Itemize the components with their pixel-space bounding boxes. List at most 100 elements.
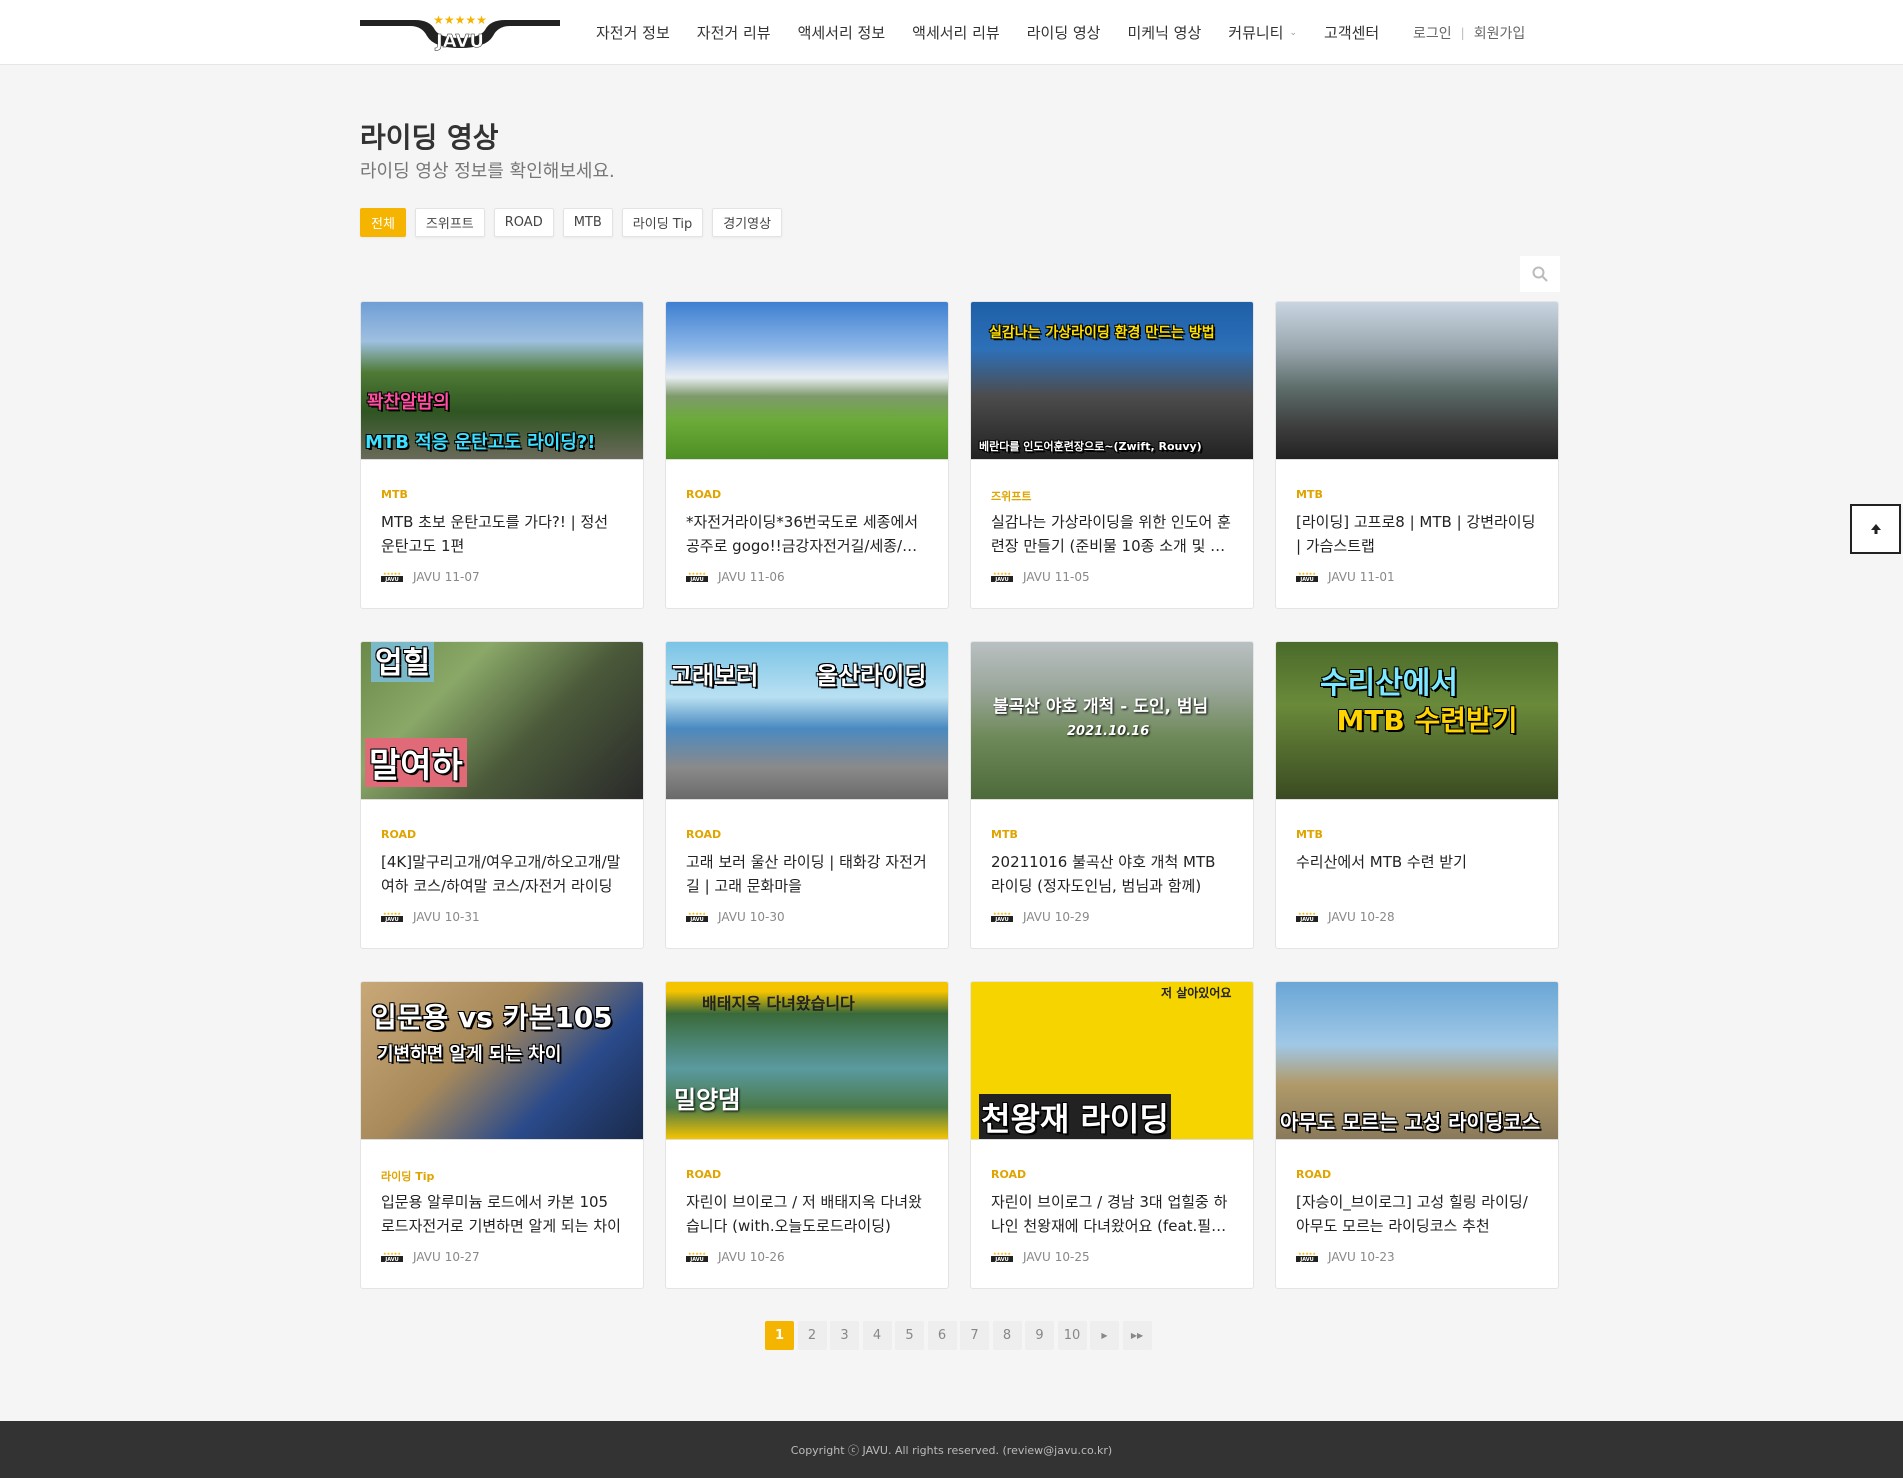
page-3-button[interactable]: 3: [830, 1321, 859, 1350]
thumbnail-caption: 울산라이딩: [816, 662, 927, 690]
card-title[interactable]: 20211016 불곡산 야호 개척 MTB 라이딩 (정자도인님, 범님과 함…: [991, 850, 1233, 898]
card-body: 라이딩 Tip 입문용 알루미늄 로드에서 카본 105 로드자전거로 기변하면…: [361, 1140, 643, 1264]
card-title[interactable]: MTB 초보 운탄고도를 가다?! | 정선 운탄고도 1편: [381, 510, 623, 558]
nav-accessory-info[interactable]: 액세서리 정보: [798, 22, 886, 43]
video-card[interactable]: 고래보러 울산라이딩 ROAD 고래 보러 울산 라이딩 | 태화강 자전거길 …: [665, 641, 949, 949]
filter-mtb[interactable]: MTB: [562, 208, 613, 237]
filter-all[interactable]: 전체: [360, 208, 406, 237]
filter-riding-tip[interactable]: 라이딩 Tip: [621, 208, 704, 237]
category-filters: 전체 즈위프트 ROAD MTB 라이딩 Tip 경기영상: [360, 208, 791, 237]
page-8-button[interactable]: 8: [992, 1321, 1022, 1350]
card-date: 10-23: [1359, 1250, 1395, 1264]
page-title: 라이딩 영상: [360, 121, 499, 154]
card-category: ROAD: [686, 488, 722, 501]
card-title[interactable]: 자린이 브이로그 / 저 배태지옥 다녀왔습니다 (with.오늘도로드라이딩): [686, 1190, 928, 1238]
signup-link[interactable]: 회원가입: [1474, 23, 1526, 43]
video-thumbnail: 실감나는 가상라이딩 환경 만드는 방법 베란다를 인도어훈련장으로~(Zwif…: [971, 302, 1253, 460]
card-meta: ★★★★★ JAVU JAVU 10-25: [991, 1250, 1233, 1264]
page-7-button[interactable]: 7: [960, 1321, 989, 1350]
card-title[interactable]: 실감나는 가상라이딩을 위한 인도어 훈련장 만들기 (준비물 10종 소개 및…: [991, 510, 1233, 558]
author-logo-icon: ★★★★★JAVU: [381, 1251, 403, 1263]
page-5-button[interactable]: 5: [895, 1321, 924, 1350]
svg-text:★★★★★: ★★★★★: [993, 1251, 1011, 1256]
nav-bike-info[interactable]: 자전거 정보: [596, 22, 670, 43]
search-button[interactable]: [1520, 256, 1560, 292]
video-card[interactable]: 업힐 말여하 ROAD [4K]말구리고개/여우고개/하오고개/말여하 코스/하…: [360, 641, 644, 949]
nav-bike-review[interactable]: 자전거 리뷰: [697, 22, 771, 43]
video-card[interactable]: 불곡산 야호 개척 - 도인, 범님 2021.10.16 MTB 202110…: [970, 641, 1254, 949]
page-2-button[interactable]: 2: [797, 1321, 827, 1350]
video-grid: 꽉찬알밤의 MTB 적응 운탄고도 라이딩?! MTB MTB 초보 운탄고도를…: [360, 301, 1560, 1289]
nav-accessory-review[interactable]: 액세서리 리뷰: [912, 22, 1000, 43]
svg-text:★★★★★: ★★★★★: [993, 911, 1011, 916]
card-author: JAVU: [718, 910, 746, 924]
card-title[interactable]: [4K]말구리고개/여우고개/하오고개/말여하 코스/하여말 코스/자전거 라이…: [381, 850, 623, 898]
video-card[interactable]: 실감나는 가상라이딩 환경 만드는 방법 베란다를 인도어훈련장으로~(Zwif…: [970, 301, 1254, 609]
filter-race-video[interactable]: 경기영상: [712, 208, 783, 237]
video-card[interactable]: 배태지옥 다녀왔습니다 밀양댐 ROAD 자린이 브이로그 / 저 배태지옥 다…: [665, 981, 949, 1289]
svg-text:★★★★★: ★★★★★: [688, 571, 706, 576]
video-card[interactable]: 아무도 모르는 고성 라이딩코스 ROAD [자승이_브이로그] 고성 힐링 라…: [1275, 981, 1559, 1289]
thumbnail-caption: 꽉찬알밤의: [367, 392, 450, 413]
video-thumbnail: [666, 302, 948, 460]
page-4-button[interactable]: 4: [862, 1321, 892, 1350]
card-title[interactable]: [라이딩] 고프로8 | MTB | 강변라이딩 | 가슴스트랩: [1296, 510, 1538, 558]
card-body: MTB [라이딩] 고프로8 | MTB | 강변라이딩 | 가슴스트랩 ★★★…: [1276, 460, 1558, 584]
nav-mechanic-video[interactable]: 미케닉 영상: [1128, 22, 1202, 43]
video-thumbnail: 고래보러 울산라이딩: [666, 642, 948, 800]
thumbnail-caption: 기변하면 알게 되는 차이: [377, 1044, 562, 1065]
card-title[interactable]: *자전거라이딩*36번국도로 세종에서 공주로 gogo!!금강자전거길/세종/…: [686, 510, 928, 558]
arrow-up-icon: [1870, 524, 1881, 534]
video-card[interactable]: 수리산에서 MTB 수련받기 MTB 수리산에서 MTB 수련 받기 ★★★★★…: [1275, 641, 1559, 949]
card-author: JAVU: [413, 570, 441, 584]
author-logo-icon: ★★★★★JAVU: [991, 1251, 1013, 1263]
filter-road[interactable]: ROAD: [493, 208, 554, 237]
svg-text:★★★★★: ★★★★★: [433, 14, 487, 27]
page-9-button[interactable]: 9: [1025, 1321, 1054, 1350]
filter-zwift[interactable]: 즈위프트: [414, 208, 485, 237]
nav-label: 자전거 정보: [596, 24, 670, 42]
card-title[interactable]: 자린이 브이로그 / 경남 3대 업힐중 하나인 천왕재에 다녀왔어요 (fea…: [991, 1190, 1233, 1238]
card-meta: ★★★★★ JAVU JAVU 10-28: [1296, 910, 1538, 924]
svg-text:★★★★★: ★★★★★: [1298, 571, 1316, 576]
card-title[interactable]: [자승이_브이로그] 고성 힐링 라이딩/아무도 모르는 라이딩코스 추천: [1296, 1190, 1538, 1238]
nav-label: 고객센터: [1324, 24, 1380, 42]
last-page-button[interactable]: ▶▶: [1122, 1321, 1152, 1350]
thumbnail-caption: MTB 적응 운탄고도 라이딩?!: [365, 432, 596, 453]
video-card[interactable]: 저 살아있어요 천왕재 라이딩 ROAD 자린이 브이로그 / 경남 3대 업힐…: [970, 981, 1254, 1289]
video-card[interactable]: 입문용 vs 카본105 기변하면 알게 되는 차이 라이딩 Tip 입문용 알…: [360, 981, 644, 1289]
svg-text:JAVU: JAVU: [1299, 917, 1313, 923]
login-link[interactable]: 로그인: [1413, 23, 1452, 43]
next-page-button[interactable]: ▶: [1090, 1321, 1119, 1350]
svg-text:JAVU: JAVU: [1299, 1257, 1313, 1263]
card-title[interactable]: 입문용 알루미늄 로드에서 카본 105 로드자전거로 기변하면 알게 되는 차…: [381, 1190, 623, 1238]
page-6-button[interactable]: 6: [927, 1321, 957, 1350]
card-title[interactable]: 수리산에서 MTB 수련 받기: [1296, 850, 1538, 898]
page-1-button[interactable]: 1: [765, 1321, 794, 1350]
copyright-text: Copyright ⓒ JAVU. All rights reserved. (…: [790, 1443, 1113, 1457]
thumbnail-caption: 고래보러: [670, 662, 759, 690]
card-category: MTB: [1296, 488, 1323, 501]
nav-community[interactable]: 커뮤니티 ⌄: [1228, 22, 1297, 43]
card-date: 10-30: [749, 910, 785, 924]
svg-text:★★★★★: ★★★★★: [383, 571, 401, 576]
card-date: 10-25: [1054, 1250, 1090, 1264]
svg-text:JAVU: JAVU: [689, 1257, 703, 1263]
scroll-to-top-button[interactable]: [1850, 504, 1901, 554]
thumbnail-caption: 아무도 모르는 고성 라이딩코스: [1280, 1110, 1541, 1134]
nav-riding-video[interactable]: 라이딩 영상: [1027, 22, 1101, 43]
video-card[interactable]: MTB [라이딩] 고프로8 | MTB | 강변라이딩 | 가슴스트랩 ★★★…: [1275, 301, 1559, 609]
site-logo[interactable]: ★★★★★ JAVU: [360, 13, 560, 52]
video-thumbnail: 저 살아있어요 천왕재 라이딩: [971, 982, 1253, 1140]
author-logo-icon: ★★★★★JAVU: [1296, 911, 1318, 923]
nav-customer-center[interactable]: 고객센터: [1324, 22, 1379, 43]
card-title[interactable]: 고래 보러 울산 라이딩 | 태화강 자전거길 | 고래 문화마을: [686, 850, 928, 898]
card-date: 10-26: [749, 1250, 785, 1264]
thumbnail-caption: 수리산에서: [1320, 666, 1458, 701]
svg-text:JAVU: JAVU: [384, 577, 398, 583]
page-10-button[interactable]: 10: [1057, 1321, 1087, 1350]
video-card[interactable]: ROAD *자전거라이딩*36번국도로 세종에서 공주로 gogo!!금강자전거…: [665, 301, 949, 609]
card-author: JAVU: [413, 910, 441, 924]
video-card[interactable]: 꽉찬알밤의 MTB 적응 운탄고도 라이딩?! MTB MTB 초보 운탄고도를…: [360, 301, 644, 609]
video-thumbnail: 불곡산 야호 개척 - 도인, 범님 2021.10.16: [971, 642, 1253, 800]
